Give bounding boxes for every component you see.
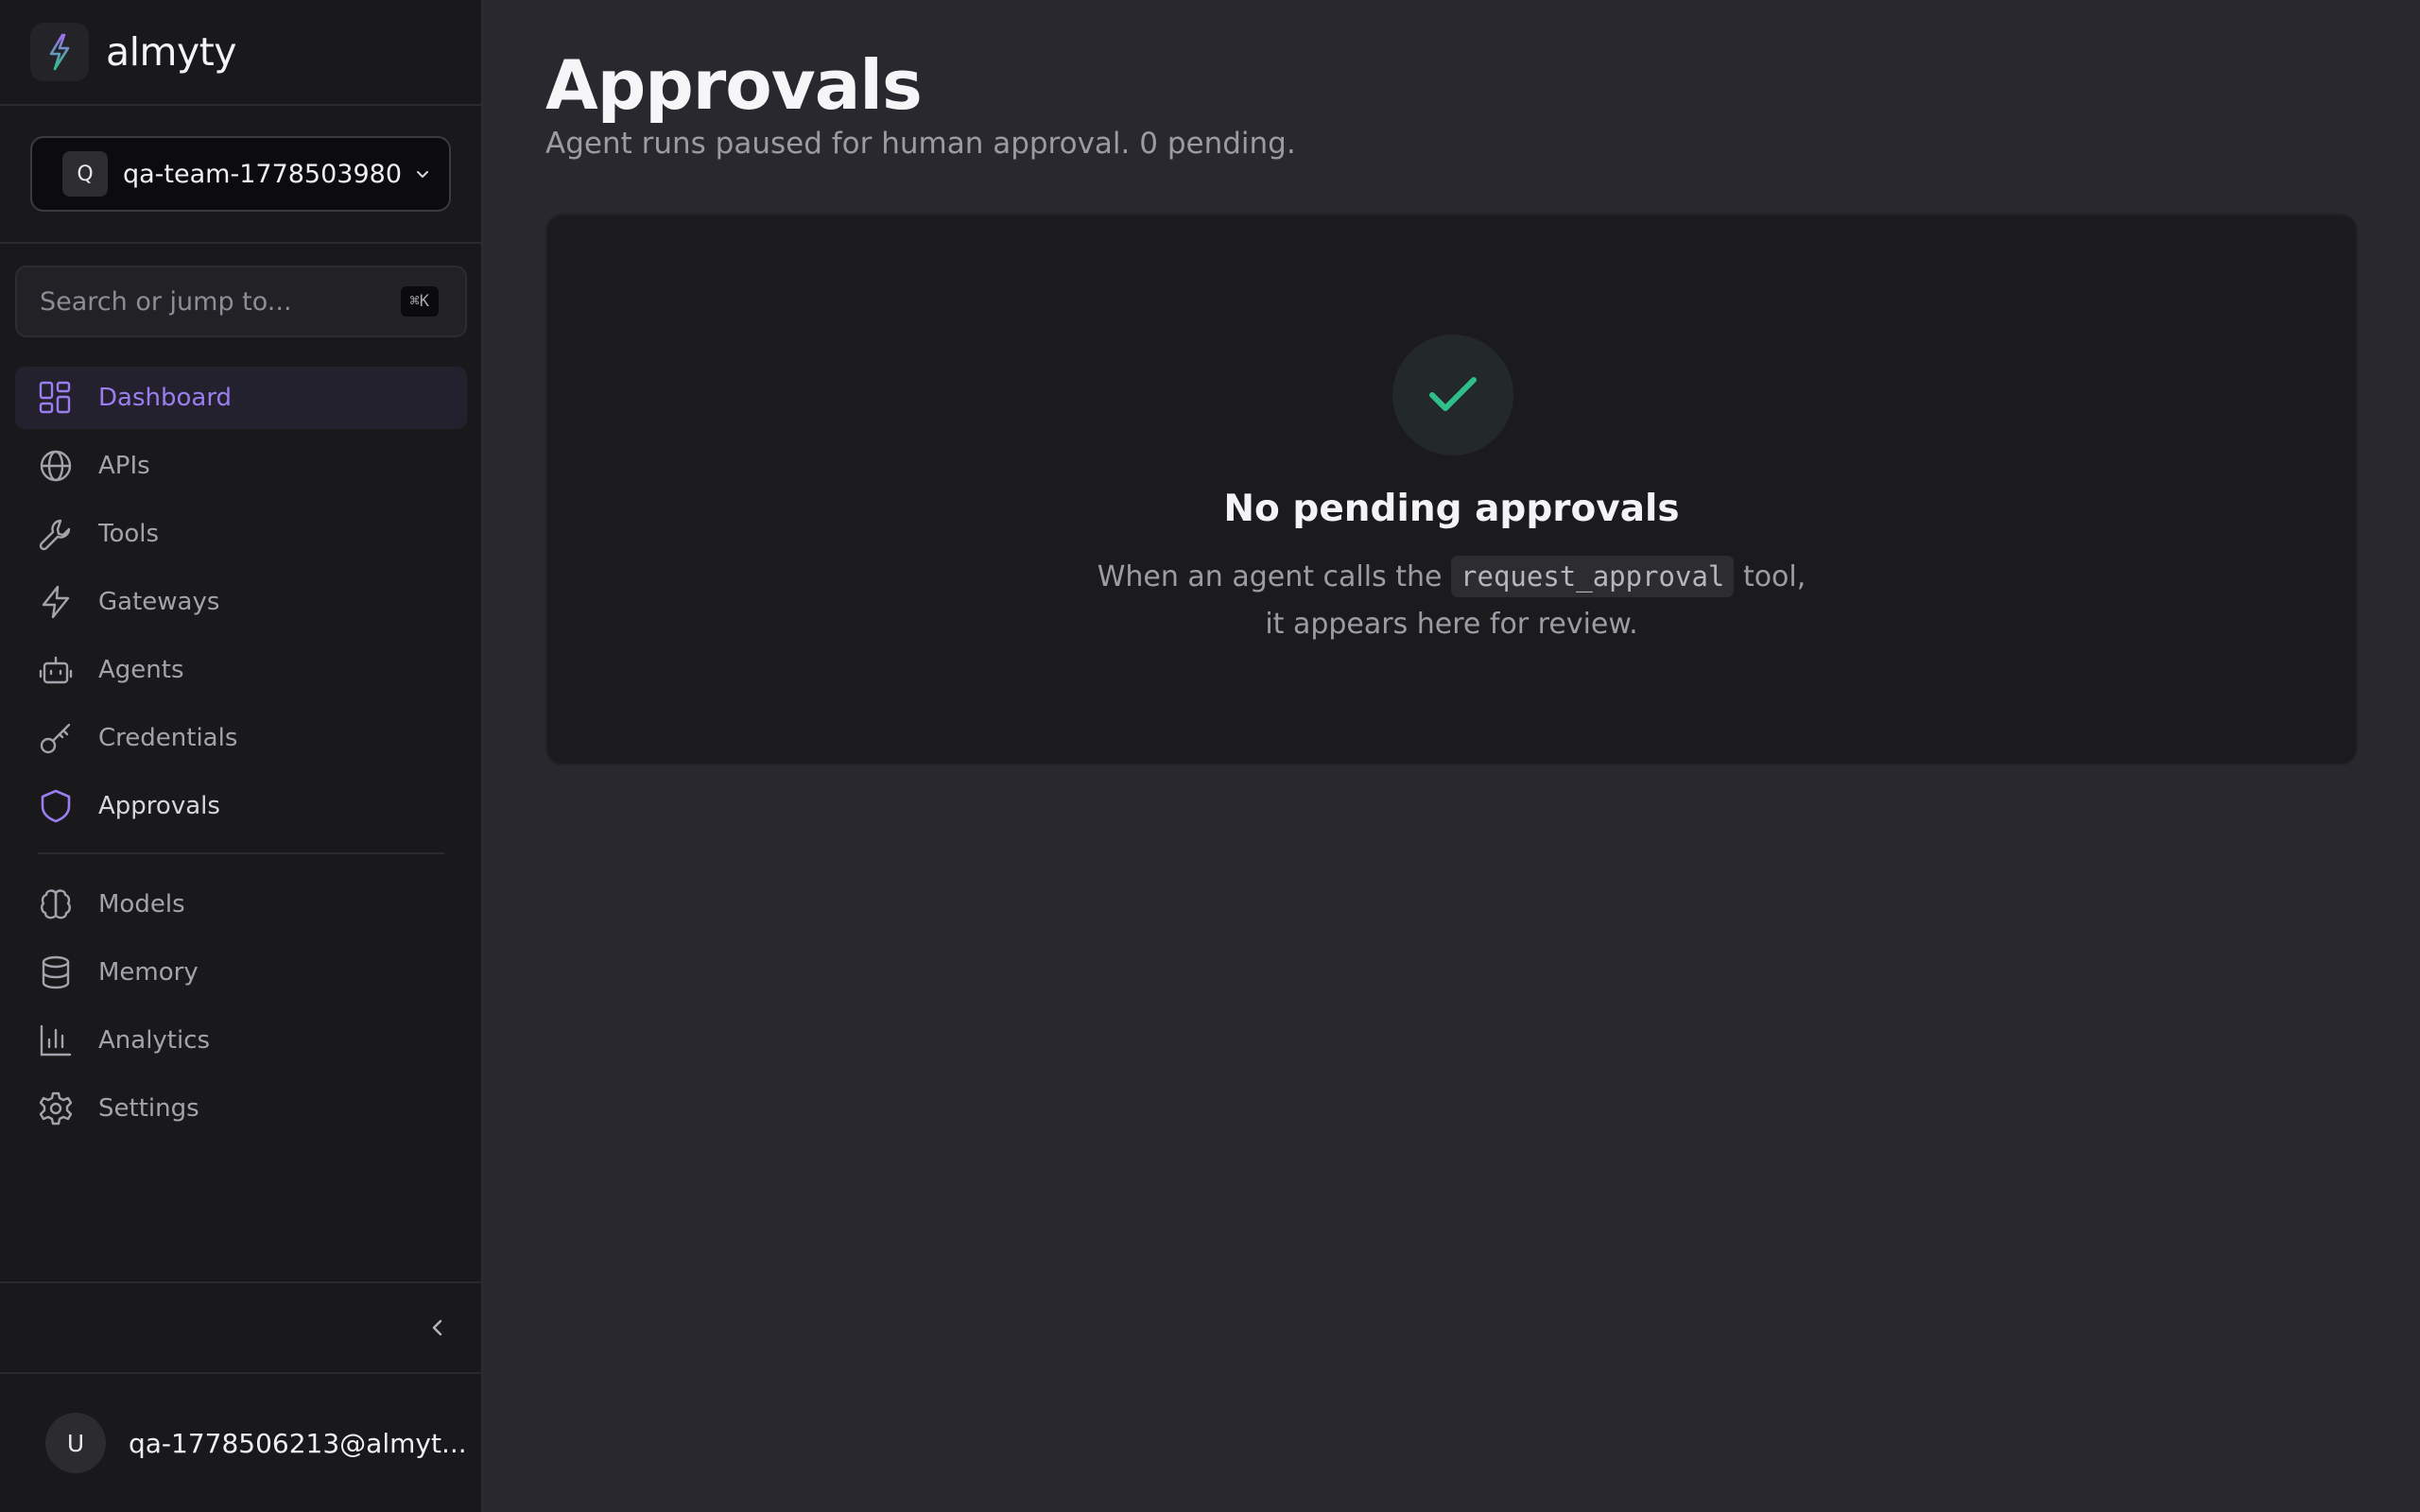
sidebar-item-models[interactable]: Models	[15, 873, 467, 936]
wrench-icon	[39, 519, 71, 551]
check-icon	[1392, 335, 1513, 455]
empty-state-title: No pending approvals	[1223, 488, 1680, 530]
dashboard-icon	[39, 381, 71, 414]
bar-chart-icon	[40, 1024, 72, 1057]
page-title: Approvals	[545, 45, 923, 125]
sidebar-item-label: Models	[98, 890, 185, 919]
brand-name: almyty	[106, 29, 237, 75]
sidebar-collapse-bar	[0, 1281, 483, 1374]
sidebar-item-settings[interactable]: Settings	[15, 1077, 467, 1140]
sidebar-item-label: Dashboard	[98, 384, 233, 412]
brand-header[interactable]: almyty	[0, 0, 481, 106]
sidebar-item-agents[interactable]: Agents	[15, 639, 467, 701]
key-icon	[40, 723, 71, 754]
shield-icon	[41, 789, 71, 823]
globe-icon	[40, 450, 72, 482]
user-menu[interactable]: U qa-1778506213@almyt...	[0, 1374, 483, 1512]
bolt-logo-icon	[30, 23, 89, 81]
empty-state-text-after-2: it appears here for review.	[1265, 608, 1638, 641]
sidebar: almyty Q qa-team-1778503980 Search or ju…	[0, 0, 483, 1512]
sidebar-item-label: Gateways	[98, 588, 220, 616]
avatar: U	[45, 1413, 106, 1473]
sidebar-item-apis[interactable]: APIs	[15, 435, 467, 497]
sidebar-item-label: Approvals	[98, 792, 220, 820]
code-chip: request_approval	[1451, 556, 1735, 597]
sidebar-item-label: Credentials	[98, 724, 238, 752]
empty-state-text-after-1: tool,	[1742, 560, 1806, 593]
brain-icon	[41, 889, 71, 919]
sidebar-item-label: Tools	[98, 520, 160, 548]
chevron-down-icon	[417, 171, 428, 178]
empty-state-text-before: When an agent calls the	[1097, 560, 1443, 593]
sidebar-item-label: Agents	[98, 656, 184, 684]
team-switcher-wrap: Q qa-team-1778503980	[0, 106, 481, 244]
chevron-left-icon[interactable]	[426, 1316, 449, 1339]
database-icon	[42, 955, 70, 989]
sidebar-item-dashboard[interactable]: Dashboard	[15, 367, 467, 429]
team-avatar: Q	[62, 151, 108, 197]
app-root: almyty Q qa-team-1778503980 Search or ju…	[0, 0, 2420, 1512]
search-placeholder: Search or jump to...	[40, 286, 292, 317]
sidebar-item-tools[interactable]: Tools	[15, 503, 467, 565]
page-subtitle: Agent runs paused for human approval. 0 …	[545, 127, 1296, 161]
gear-icon	[39, 1091, 73, 1125]
sidebar-item-label: Memory	[98, 958, 199, 987]
search-shortcut-badge: ⌘K	[400, 286, 439, 317]
user-email: qa-1778506213@almyt...	[129, 1427, 467, 1459]
sidebar-item-approvals[interactable]: Approvals	[15, 775, 467, 837]
sidebar-item-label: APIs	[98, 452, 150, 480]
nav-divider	[38, 852, 444, 854]
main-content: Approvals Agent runs paused for human ap…	[483, 0, 2420, 1512]
sidebar-nav: Dashboard APIs Tools Gateways Agents Cre…	[15, 367, 467, 1145]
empty-state-description: When an agent calls the request_approval…	[547, 554, 2356, 648]
sidebar-item-label: Settings	[98, 1094, 199, 1123]
team-switcher[interactable]: Q qa-team-1778503980	[30, 136, 451, 212]
sidebar-item-label: Analytics	[98, 1026, 211, 1055]
sidebar-item-credentials[interactable]: Credentials	[15, 707, 467, 769]
sidebar-item-memory[interactable]: Memory	[15, 941, 467, 1004]
bolt-icon	[42, 585, 70, 619]
sidebar-item-analytics[interactable]: Analytics	[15, 1009, 467, 1072]
search-input[interactable]: Search or jump to... ⌘K	[15, 266, 467, 337]
empty-state-card: No pending approvals When an agent calls…	[545, 214, 2358, 765]
robot-icon	[39, 656, 73, 684]
team-name: qa-team-1778503980	[123, 159, 402, 189]
sidebar-item-gateways[interactable]: Gateways	[15, 571, 467, 633]
